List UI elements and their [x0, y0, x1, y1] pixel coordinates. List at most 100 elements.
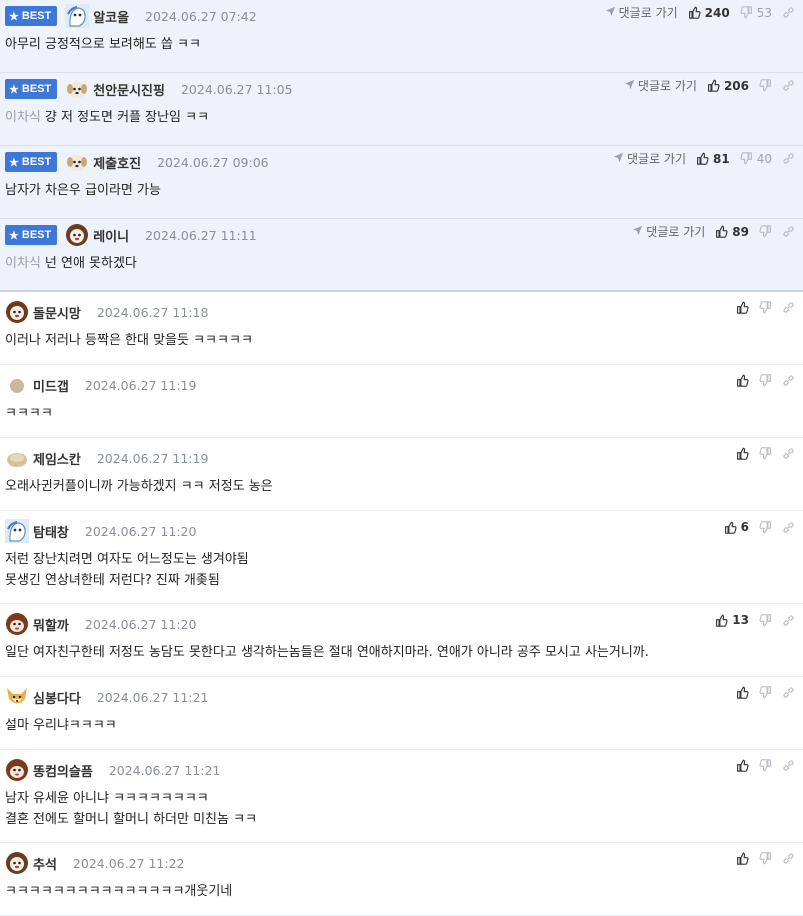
copy-link-button[interactable] [782, 759, 795, 772]
avatar[interactable] [5, 851, 29, 875]
comment: 똥컴의슬픔 2024.06.27 11:21 남자 유세윤 아니냐 ㅋㅋㅋㅋㅋㅋㅋㅋ… [0, 750, 803, 843]
comment-actions [726, 374, 795, 387]
nickname[interactable]: 천안문시진핑 [93, 80, 165, 99]
arrow-icon [632, 225, 643, 239]
comment-actions [726, 852, 795, 865]
comment-body: ㅋㅋㅋㅋ [0, 397, 803, 424]
avatar[interactable] [5, 300, 29, 324]
like-button[interactable]: 6 [724, 520, 749, 534]
reply-target[interactable]: 이차식 [5, 110, 41, 125]
avatar[interactable] [5, 758, 29, 782]
avatar[interactable] [5, 685, 29, 709]
copy-link-button[interactable] [782, 686, 795, 699]
comment-text: 결혼 전에도 할머니 할머니 하더만 미친놈 ㅋㅋ [5, 812, 258, 827]
avatar[interactable] [65, 77, 89, 101]
dislike-button[interactable] [759, 374, 772, 387]
nickname[interactable]: 알코올 [93, 7, 129, 26]
like-button[interactable] [736, 301, 749, 314]
dislike-button[interactable] [759, 686, 772, 699]
comment-header: 추석 2024.06.27 11:22 [0, 843, 803, 875]
comment-actions [726, 759, 795, 772]
avatar[interactable] [5, 446, 29, 470]
nickname[interactable]: 심봉다다 [33, 688, 81, 707]
copy-link-button[interactable] [782, 79, 795, 92]
like-count: 6 [740, 520, 749, 534]
best-badge: ★ BEST [5, 225, 58, 245]
goto-comment-label: 댓글로 가기 [627, 152, 687, 166]
copy-link-button[interactable] [782, 852, 795, 865]
dislike-count: 53 [756, 5, 772, 20]
arrow-icon [605, 6, 616, 20]
copy-link-button[interactable] [782, 301, 795, 314]
copy-link-button[interactable] [782, 225, 795, 238]
comment: 돌문시망 2024.06.27 11:18 이러나 저러나 등짝은 한대 맞을듯 ㅋ… [0, 292, 803, 365]
nickname[interactable]: 뭐할까 [33, 615, 69, 634]
comment-text: ㅋㅋㅋㅋ [5, 406, 53, 421]
comment-header: 미드갭 2024.06.27 11:19 [0, 365, 803, 397]
comment: 심봉다다 2024.06.27 11:21 설마 우리냐ㅋㅋㅋㅋ [0, 677, 803, 750]
dislike-button[interactable] [759, 79, 772, 92]
avatar[interactable] [5, 373, 29, 397]
like-button[interactable]: 206 [707, 79, 749, 93]
dislike-button[interactable] [759, 520, 772, 534]
comment-header: 심봉다다 2024.06.27 11:21 [0, 677, 803, 709]
nickname[interactable]: 추석 [33, 854, 57, 873]
copy-link-button[interactable] [782, 614, 795, 627]
link-icon [782, 6, 795, 19]
dislike-button[interactable]: 40 [740, 152, 772, 166]
copy-link-button[interactable] [782, 152, 795, 165]
like-button[interactable] [736, 686, 749, 699]
link-icon [782, 614, 795, 627]
best-badge-label: BEST [21, 229, 52, 241]
like-button[interactable]: 13 [715, 613, 749, 627]
like-button[interactable] [736, 852, 749, 865]
dislike-button[interactable] [759, 759, 772, 772]
thumbs-down-icon [759, 613, 772, 627]
nickname[interactable]: 똥컴의슬픔 [33, 761, 93, 780]
goto-comment-link[interactable]: 댓글로 가기 [613, 150, 686, 167]
nickname[interactable]: 돌문시망 [33, 303, 81, 322]
goto-comment-link[interactable]: 댓글로 가기 [632, 223, 705, 240]
avatar[interactable] [5, 612, 29, 636]
dislike-button[interactable] [759, 225, 772, 238]
like-button[interactable] [736, 759, 749, 772]
dislike-button[interactable] [759, 613, 772, 627]
nickname[interactable]: 레이니 [93, 226, 129, 245]
comment-body: 이차식 넌 연애 못하겠다 [0, 247, 803, 274]
dislike-button[interactable] [759, 301, 772, 314]
reply-target[interactable]: 이차식 [5, 256, 41, 271]
avatar[interactable] [65, 150, 89, 174]
goto-comment-link[interactable]: 댓글로 가기 [624, 77, 697, 94]
copy-link-button[interactable] [782, 374, 795, 387]
avatar[interactable] [5, 519, 29, 543]
comment-line: 일단 여자친구한테 저정도 농담도 못한다고 생각하는놈들은 절대 연애하지마라… [5, 642, 798, 663]
like-button[interactable]: 89 [715, 225, 749, 239]
like-button[interactable] [736, 374, 749, 387]
nickname[interactable]: 탐태창 [33, 522, 69, 541]
nickname[interactable]: 미드갭 [33, 376, 69, 395]
like-button[interactable]: 81 [696, 152, 730, 166]
link-icon [782, 686, 795, 699]
comment-body: 저런 장난치려면 여자도 어느정도는 생겨야됨 못생긴 연상녀한테 저런다? 진짜… [0, 543, 803, 591]
avatar[interactable] [65, 223, 89, 247]
dislike-button[interactable] [759, 447, 772, 460]
best-badge: ★ BEST [5, 6, 58, 26]
comment-body: 이차식 걍 저 정도면 커플 장난임 ㅋㅋ [0, 101, 803, 128]
like-button[interactable]: 240 [688, 6, 730, 20]
copy-link-button[interactable] [782, 6, 795, 19]
comment-text: 이러나 저러나 등짝은 한대 맞을듯 ㅋㅋㅋㅋㅋ [5, 333, 253, 348]
nickname[interactable]: 제임스칸 [33, 449, 81, 468]
goto-comment-link[interactable]: 댓글로 가기 [605, 4, 678, 21]
comment-text: 설마 우리냐ㅋㅋㅋㅋ [5, 718, 117, 733]
copy-link-button[interactable] [782, 521, 795, 534]
star-icon: ★ [9, 83, 19, 96]
comment: 탐태창 2024.06.27 11:20 저런 장난치려면 여자도 어느정도는 생겨… [0, 511, 803, 604]
like-button[interactable] [736, 447, 749, 460]
dislike-button[interactable]: 53 [740, 6, 772, 20]
dislike-button[interactable] [759, 852, 772, 865]
goto-comment-label: 댓글로 가기 [646, 225, 706, 239]
avatar[interactable] [65, 4, 90, 28]
nickname[interactable]: 제출호진 [93, 153, 141, 172]
copy-link-button[interactable] [782, 447, 795, 460]
comment-body: 남자가 차은우 급이라면 가능 [0, 174, 803, 201]
